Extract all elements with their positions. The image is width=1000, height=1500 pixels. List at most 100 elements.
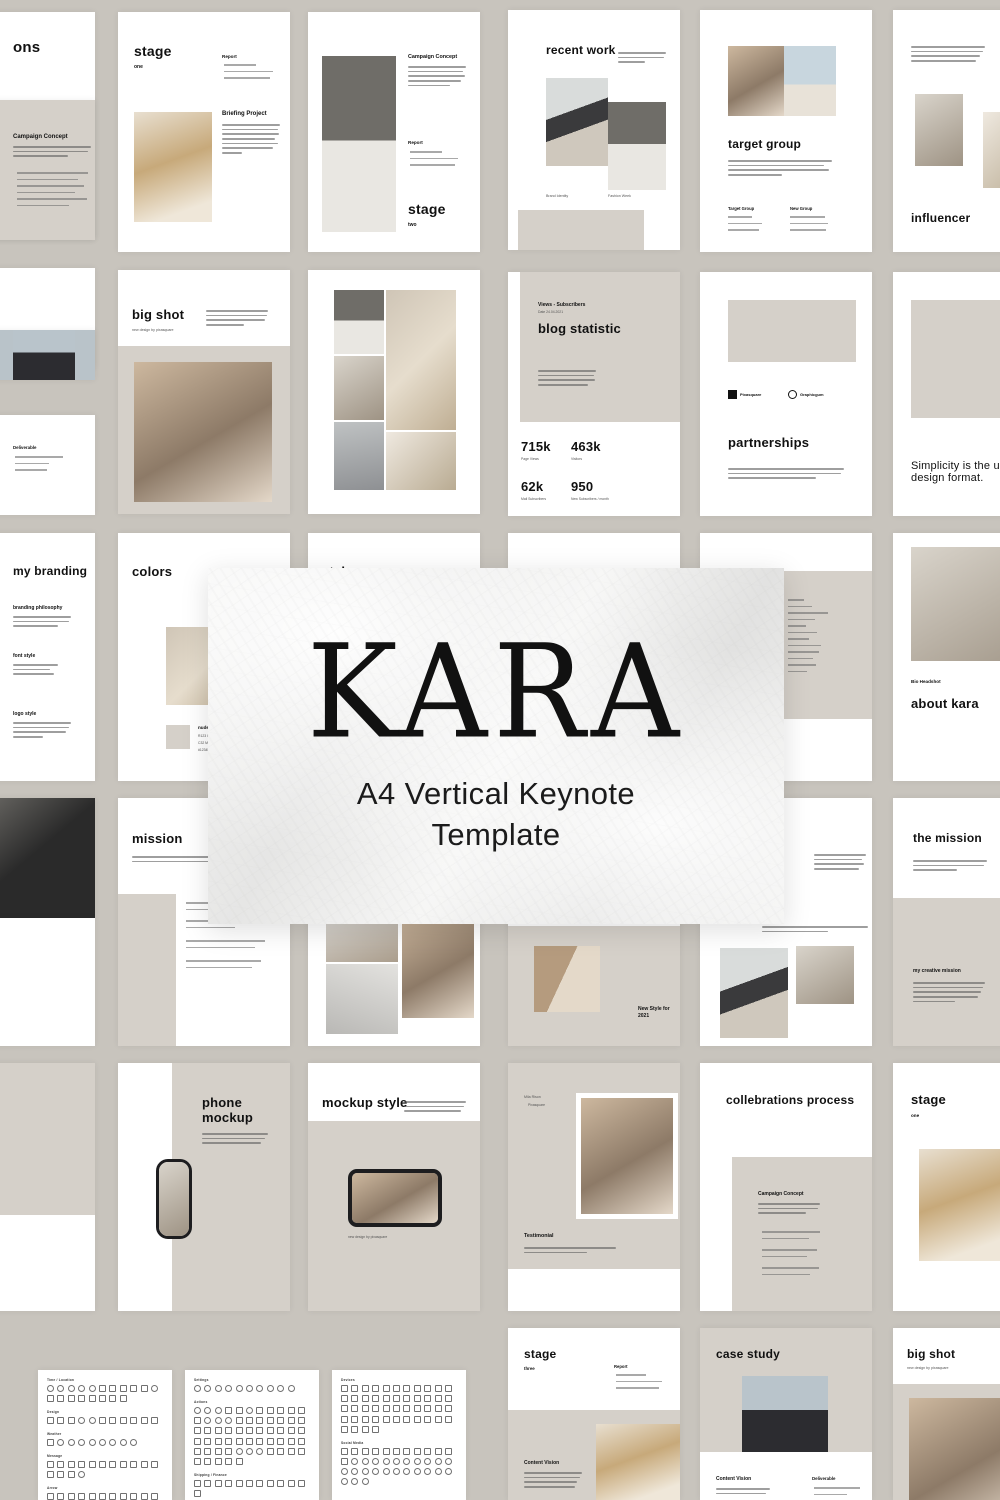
slide-thumbnail[interactable]: Mila Rison Pixasquare Testimonial bbox=[508, 1063, 680, 1311]
slide-thumbnail-lower[interactable]: new design by pixasquare bbox=[0, 918, 95, 1046]
caption-text bbox=[762, 926, 868, 935]
slide-thumbnail[interactable]: Views - Subscribers Date 24.04.2021 blog… bbox=[508, 272, 680, 516]
photo-dark-portrait bbox=[0, 798, 95, 918]
graphicgum-icon bbox=[788, 390, 797, 399]
slide-title: ons bbox=[13, 39, 41, 56]
icon-grid[interactable] bbox=[47, 1417, 163, 1425]
slide-thumbnail[interactable]: Bio Headshot about kara bbox=[893, 533, 1000, 781]
stat-label: Visitors bbox=[571, 456, 583, 461]
slide-thumbnail[interactable]: the mission my creative mission bbox=[893, 798, 1000, 1046]
icon-grid[interactable] bbox=[47, 1493, 163, 1500]
slide-thumbnail[interactable]: stage one Report Briefing Project bbox=[118, 12, 290, 252]
campaign-concept-heading: Campaign Concept bbox=[758, 1191, 804, 1197]
body-text bbox=[13, 722, 71, 741]
slide-thumbnail[interactable]: big shot new design by pixasquare bbox=[118, 270, 290, 514]
beige-block bbox=[0, 1063, 95, 1215]
stat-value: 463k bbox=[571, 439, 601, 454]
slide-thumbnail[interactable]: mockup style new design by pixasquare bbox=[308, 1063, 480, 1311]
section-heading: logo style bbox=[13, 711, 37, 717]
slide-title: case study bbox=[716, 1347, 781, 1361]
badge: New Style for 2021 bbox=[638, 1006, 670, 1019]
photo-headshot bbox=[911, 547, 1000, 661]
partner-logo: Graphicgum bbox=[788, 390, 824, 399]
hero-overlay-card: KARA A4 Vertical Keynote Template bbox=[208, 568, 784, 924]
icon-sheet[interactable]: Devices Social Media bbox=[332, 1370, 466, 1500]
slide-thumbnail[interactable]: big shot new design by pixasquare bbox=[893, 1328, 1000, 1500]
icon-grid[interactable] bbox=[194, 1385, 310, 1392]
slide-thumbnail[interactable] bbox=[0, 1063, 95, 1311]
deliverable-heading: Deliverable bbox=[812, 1476, 836, 1481]
photo-fern bbox=[919, 1149, 1000, 1261]
slide-title: mission bbox=[132, 831, 183, 846]
group-a-label: Target Group bbox=[728, 206, 755, 211]
body-text bbox=[758, 1203, 820, 1217]
campaign-concept-heading: Campaign Concept bbox=[408, 54, 458, 60]
bullet-list bbox=[186, 960, 268, 973]
slide-thumbnail[interactable]: my branding branding philosophy font sty… bbox=[0, 533, 95, 781]
photo-caption-right: Fashion Week bbox=[608, 194, 631, 198]
slide-thumbnail[interactable]: influencer bbox=[893, 10, 1000, 252]
photo-hat bbox=[546, 78, 608, 166]
body-text bbox=[716, 1488, 770, 1497]
icon-grid[interactable] bbox=[47, 1439, 163, 1447]
target-group-column: Target Group bbox=[728, 206, 770, 236]
slide-title: stage bbox=[408, 201, 446, 217]
slide-title: recent work bbox=[546, 43, 616, 57]
stat-value: 950 bbox=[571, 479, 594, 494]
photo-vase bbox=[334, 290, 384, 354]
bullet-list bbox=[762, 1249, 824, 1262]
icon-sheet[interactable]: Settings Actions Shipping / Finance bbox=[185, 1370, 319, 1500]
icon-grid[interactable] bbox=[341, 1385, 457, 1433]
slide-thumbnail[interactable]: collebrations process Campaign Concept bbox=[700, 1063, 872, 1311]
slide-title: big shot bbox=[132, 307, 185, 322]
slide-thumbnail[interactable]: case study Content Vision Deliverable bbox=[700, 1328, 872, 1500]
slide-thumbnail[interactable]: Simplicity is the ultimate design format… bbox=[893, 272, 1000, 516]
icon-grid[interactable] bbox=[194, 1479, 310, 1498]
stat-label: Mail Subscribers bbox=[521, 496, 547, 501]
stat-value: 62k bbox=[521, 479, 544, 494]
photo-caption-left: Brand Identity bbox=[546, 194, 569, 198]
slide-thumbnail[interactable]: target group Target Group New Group bbox=[700, 10, 872, 252]
photo-case-study bbox=[742, 1376, 828, 1452]
body-text bbox=[408, 66, 466, 89]
icon-grid[interactable] bbox=[341, 1447, 457, 1486]
icon-grid[interactable] bbox=[47, 1461, 163, 1479]
photo-fern bbox=[596, 1424, 680, 1500]
body-text bbox=[13, 146, 91, 160]
slide-title: stage bbox=[524, 1347, 557, 1361]
bullet-list bbox=[186, 940, 268, 953]
image-placeholder bbox=[728, 300, 856, 362]
icon-grid[interactable] bbox=[194, 1407, 310, 1465]
slide-title: phone mockup bbox=[202, 1095, 254, 1126]
slide-thumbnail-lower[interactable]: Deliverable bbox=[0, 415, 95, 515]
photo-lamp bbox=[326, 964, 398, 1034]
photo-leaf-shadow bbox=[386, 432, 456, 490]
slide-title: mockup style bbox=[322, 1095, 408, 1110]
body-text bbox=[202, 1133, 268, 1147]
slide-thumbnail[interactable]: recent work Brand Identity Fashion Week bbox=[508, 10, 680, 250]
slide-thumbnail[interactable] bbox=[308, 270, 480, 514]
slide-title: colors bbox=[132, 564, 173, 579]
deliverable-list bbox=[15, 456, 67, 476]
body-text bbox=[222, 124, 280, 157]
slide-thumbnail[interactable]: phone mockup bbox=[118, 1063, 290, 1311]
icon-grid[interactable] bbox=[47, 1385, 163, 1403]
testimonial-author: Mila Rison bbox=[524, 1095, 541, 1099]
slide-thumbnail[interactable]: Pixasquare Graphicgum partnerships bbox=[700, 272, 872, 516]
body-text bbox=[911, 46, 985, 65]
slide-subtitle: one bbox=[911, 1113, 920, 1118]
stat-item: 950 New Subscribers / month bbox=[571, 479, 609, 500]
photo-lady bbox=[402, 914, 474, 1018]
body-text bbox=[404, 1101, 466, 1115]
phone-screen bbox=[159, 1162, 189, 1236]
slide-thumbnail[interactable]: stage one bbox=[893, 1063, 1000, 1311]
slide-subtitle: three bbox=[524, 1366, 535, 1371]
slide-thumbnail-lower[interactable]: Campaign Concept bbox=[0, 100, 95, 240]
icon-sheet[interactable]: Time / Location Design Weather Message A… bbox=[38, 1370, 172, 1500]
slide-thumbnail[interactable]: stage three Report Content Vision bbox=[508, 1328, 680, 1500]
icon-group-label: Actions bbox=[194, 1400, 208, 1404]
slide-title: Testimonial bbox=[524, 1233, 554, 1239]
slide-thumbnail[interactable] bbox=[0, 798, 95, 918]
slide-thumbnail[interactable]: Campaign Concept Report stage two bbox=[308, 12, 480, 252]
group-b-list bbox=[790, 216, 838, 231]
